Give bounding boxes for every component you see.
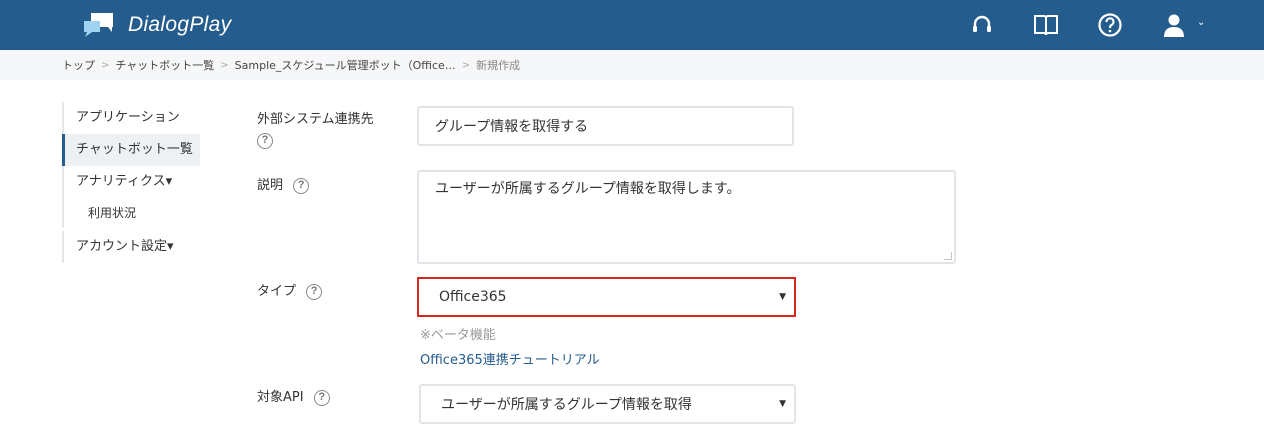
caret-down-icon: ▼	[779, 399, 786, 409]
question-icon[interactable]	[1097, 12, 1123, 38]
sidebar: アプリケーション チャットボット一覧 アナリティクス▾ 利用状況 アカウント設定…	[62, 102, 202, 263]
chevron-down-icon[interactable]: ⌄	[1197, 17, 1205, 28]
external-system-label-group: 外部システム連携先 ?	[257, 108, 374, 149]
breadcrumb: トップ > チャットボット一覧 > Sample_スケジュール管理ボット（Off…	[0, 50, 1264, 80]
breadcrumb-top[interactable]: トップ	[62, 57, 95, 73]
external-system-value: グループ情報を取得する	[435, 119, 589, 135]
caret-down-icon: ▼	[779, 292, 786, 302]
beta-note: ※ベータ機能	[420, 328, 496, 343]
book-icon[interactable]	[1033, 12, 1059, 38]
sidebar-item-analytics[interactable]: アナリティクス▾	[62, 166, 202, 198]
sidebar-item-chatbot-list[interactable]: チャットボット一覧	[62, 134, 200, 166]
breadcrumb-separator: >	[101, 59, 110, 71]
sidebar-item-account-settings[interactable]: アカウント設定▾	[62, 231, 202, 263]
resize-handle-icon[interactable]	[944, 252, 952, 260]
app-logo[interactable]: DialogPlay	[82, 8, 231, 42]
target-api-label: 対象API	[257, 390, 304, 405]
help-icon[interactable]: ?	[306, 283, 323, 300]
sidebar-item-usage[interactable]: 利用状況	[62, 198, 202, 228]
help-icon[interactable]: ?	[293, 177, 310, 194]
breadcrumb-chatbot-list[interactable]: チャットボット一覧	[115, 57, 214, 73]
breadcrumb-separator: >	[461, 59, 471, 71]
top-navbar: DialogPlay ⌄	[0, 0, 1264, 50]
target-api-selected-value: ユーザーが所属するグループ情報を取得	[441, 397, 692, 413]
description-label: 説明	[257, 178, 284, 193]
type-label: タイプ	[257, 284, 297, 299]
external-system-label: 外部システム連携先	[257, 112, 374, 127]
breadcrumb-current: 新規作成	[476, 59, 521, 72]
headset-icon[interactable]	[969, 12, 995, 38]
type-label-group: タイプ ?	[257, 280, 323, 300]
chat-bubbles-icon	[84, 13, 113, 37]
description-value: ユーザーが所属するグループ情報を取得します。	[435, 181, 741, 197]
tutorial-link[interactable]: Office365連携チュートリアル	[420, 349, 600, 368]
target-api-label-group: 対象API ?	[257, 386, 330, 406]
breadcrumb-bot-name[interactable]: Sample_スケジュール管理ボット（Office…	[235, 57, 456, 73]
user-icon[interactable]	[1161, 12, 1187, 38]
sidebar-item-applications[interactable]: アプリケーション	[62, 102, 202, 134]
description-label-group: 説明 ?	[257, 174, 310, 194]
app-title: DialogPlay	[128, 13, 232, 36]
type-select[interactable]: Office365 ▼	[417, 277, 796, 317]
type-selected-value: Office365	[439, 289, 507, 305]
help-icon[interactable]: ?	[313, 389, 330, 406]
help-icon[interactable]: ?	[257, 133, 273, 149]
external-system-input[interactable]: グループ情報を取得する	[417, 106, 794, 146]
target-api-select[interactable]: ユーザーが所属するグループ情報を取得 ▼	[419, 384, 796, 424]
description-textarea[interactable]: ユーザーが所属するグループ情報を取得します。	[417, 170, 956, 264]
breadcrumb-separator: >	[220, 59, 229, 71]
